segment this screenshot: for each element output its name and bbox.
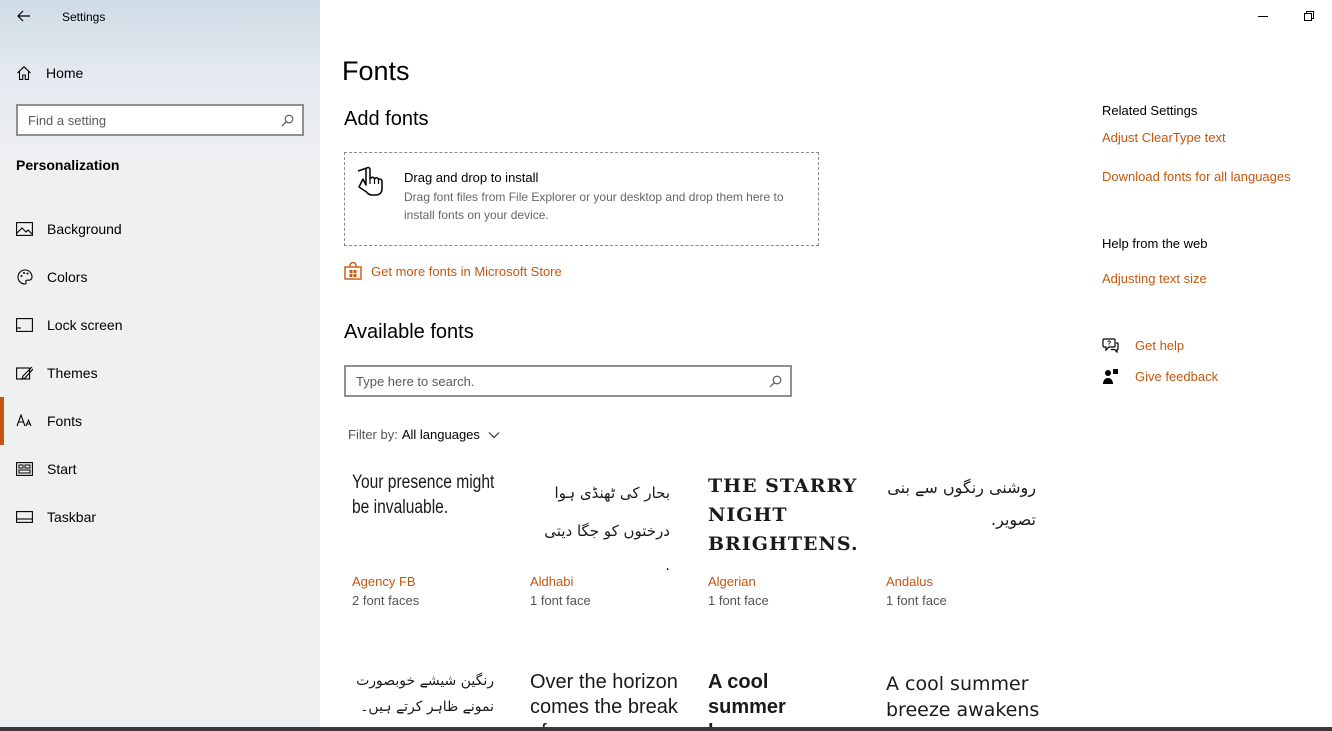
font-drop-zone[interactable]: Drag and drop to install Drag font files… [344, 152, 819, 246]
svg-text:?: ? [1107, 341, 1111, 348]
font-preview: THE STARRY NIGHT BRIGHTENS... [708, 475, 858, 555]
chevron-down-icon [488, 431, 500, 438]
lock-screen-icon [16, 317, 33, 334]
font-preview: بحار کی ٹھنڈی ہوا درختوں کو جگا دیتی ہے۔ [544, 484, 670, 570]
adjusting-text-size-link[interactable]: Adjusting text size [1102, 271, 1207, 286]
search-icon[interactable] [281, 114, 294, 127]
font-card[interactable]: رنگین شیشے خوبصورت نمونے ظاہر کرتے ہیں۔ [352, 668, 512, 727]
sidebar-item-start[interactable]: Start [0, 445, 320, 493]
font-name: Aldhabi [530, 574, 574, 589]
start-icon [16, 461, 33, 478]
back-button[interactable] [8, 2, 40, 30]
font-name: Algerian [708, 574, 756, 589]
main-content: Fonts Add fonts Drag and drop to install… [320, 0, 1332, 731]
sidebar-item-colors[interactable]: Colors [0, 253, 320, 301]
taskbar-icon [16, 509, 33, 526]
store-bag-icon [344, 262, 362, 280]
sidebar-item-themes[interactable]: Themes [0, 349, 320, 397]
sidebar-item-label: Themes [47, 365, 98, 381]
sidebar-item-fonts[interactable]: Fonts [0, 397, 320, 445]
restore-button[interactable] [1286, 0, 1332, 32]
home-nav-item[interactable]: Home [16, 60, 83, 86]
add-fonts-heading: Add fonts [344, 108, 429, 130]
app-title: Settings [62, 10, 106, 24]
font-preview: A cool summer breeze [708, 671, 786, 727]
fonts-icon [16, 413, 33, 430]
filter-label: Filter by: [348, 427, 398, 442]
minimize-icon [1258, 16, 1268, 17]
themes-icon [16, 365, 33, 382]
font-faces-count: 1 font face [886, 593, 947, 608]
font-faces-count: 1 font face [530, 593, 591, 608]
settings-search-box [16, 104, 304, 136]
sidebar: Settings Home Personalization Background… [0, 0, 320, 731]
font-preview: A cool summer breeze awakens the [886, 673, 1040, 727]
font-card-andalus[interactable]: روشنی رنگوں سے بنی تصویر. Andalus 1 font… [886, 470, 1046, 608]
give-feedback-label: Give feedback [1135, 369, 1219, 384]
font-search-input[interactable] [356, 373, 769, 389]
hand-cursor-icon [357, 166, 383, 196]
font-card[interactable]: A cool summer breeze [708, 670, 868, 727]
section-title: Personalization [16, 157, 120, 173]
sidebar-item-label: Start [47, 461, 77, 477]
feedback-person-icon [1103, 369, 1118, 384]
font-card-algerian[interactable]: THE STARRY NIGHT BRIGHTENS... Algerian 1… [708, 470, 868, 608]
sidebar-item-lock-screen[interactable]: Lock screen [0, 301, 320, 349]
available-fonts-heading: Available fonts [344, 321, 474, 343]
font-preview: Over the horizon comes the break of [530, 671, 678, 727]
palette-icon [16, 269, 33, 286]
font-card-agency-fb[interactable]: Your presence might be invaluable. Agenc… [352, 470, 512, 608]
store-link-label: Get more fonts in Microsoft Store [371, 263, 562, 279]
sidebar-nav: Background Colors Lock screen Themes Fon… [0, 205, 320, 541]
sidebar-item-label: Fonts [47, 413, 83, 429]
search-icon[interactable] [769, 375, 782, 388]
window-controls [1240, 0, 1332, 32]
adjust-cleartype-link[interactable]: Adjust ClearType text [1102, 130, 1226, 145]
font-preview: رنگین شیشے خوبصورت نمونے ظاہر کرتے ہیں۔ [356, 673, 494, 715]
font-name: Andalus [886, 574, 933, 589]
sidebar-item-label: Colors [47, 269, 88, 285]
drop-zone-title: Drag and drop to install [404, 170, 539, 185]
page-title: Fonts [342, 56, 410, 86]
settings-search-input[interactable] [28, 112, 281, 128]
font-faces-count: 1 font face [708, 593, 769, 608]
font-card[interactable]: A cool summer breeze awakens the [886, 671, 1046, 727]
chat-help-icon: ? [1102, 338, 1119, 354]
give-feedback-link[interactable]: Give feedback [1102, 368, 1218, 385]
sidebar-item-label: Background [47, 221, 122, 237]
sidebar-item-label: Taskbar [47, 509, 97, 525]
get-help-link[interactable]: ? Get help [1102, 337, 1184, 354]
font-preview: Your presence might be invaluable. [352, 472, 495, 518]
font-card[interactable]: Over the horizon comes the break of [530, 670, 690, 727]
minimize-button[interactable] [1240, 0, 1286, 32]
taskbar-edge [0, 727, 1332, 731]
font-preview: روشنی رنگوں سے بنی تصویر. [887, 478, 1036, 529]
related-settings-heading: Related Settings [1102, 103, 1198, 118]
filter-value: All languages [401, 427, 480, 442]
home-icon [17, 66, 31, 81]
get-help-label: Get help [1135, 338, 1185, 353]
help-from-web-heading: Help from the web [1102, 236, 1208, 251]
download-fonts-link[interactable]: Download fonts for all languages [1102, 169, 1291, 184]
font-faces-count: 2 font faces [352, 593, 420, 608]
restore-icon [1304, 11, 1314, 21]
sidebar-item-label: Lock screen [47, 317, 123, 333]
home-label: Home [46, 65, 84, 81]
font-search-box [344, 365, 792, 397]
sidebar-item-background[interactable]: Background [0, 205, 320, 253]
microsoft-store-link[interactable]: Get more fonts in Microsoft Store [344, 262, 562, 280]
image-icon [16, 221, 33, 238]
language-filter-dropdown[interactable]: Filter by: All languages [348, 427, 500, 442]
font-name: Agency FB [352, 574, 416, 589]
back-arrow-icon [17, 10, 30, 22]
sidebar-item-taskbar[interactable]: Taskbar [0, 493, 320, 541]
drop-zone-description: Drag font files from File Explorer or yo… [404, 190, 784, 222]
font-card-aldhabi[interactable]: بحار کی ٹھنڈی ہوا درختوں کو جگا دیتی ہے۔… [530, 470, 690, 608]
